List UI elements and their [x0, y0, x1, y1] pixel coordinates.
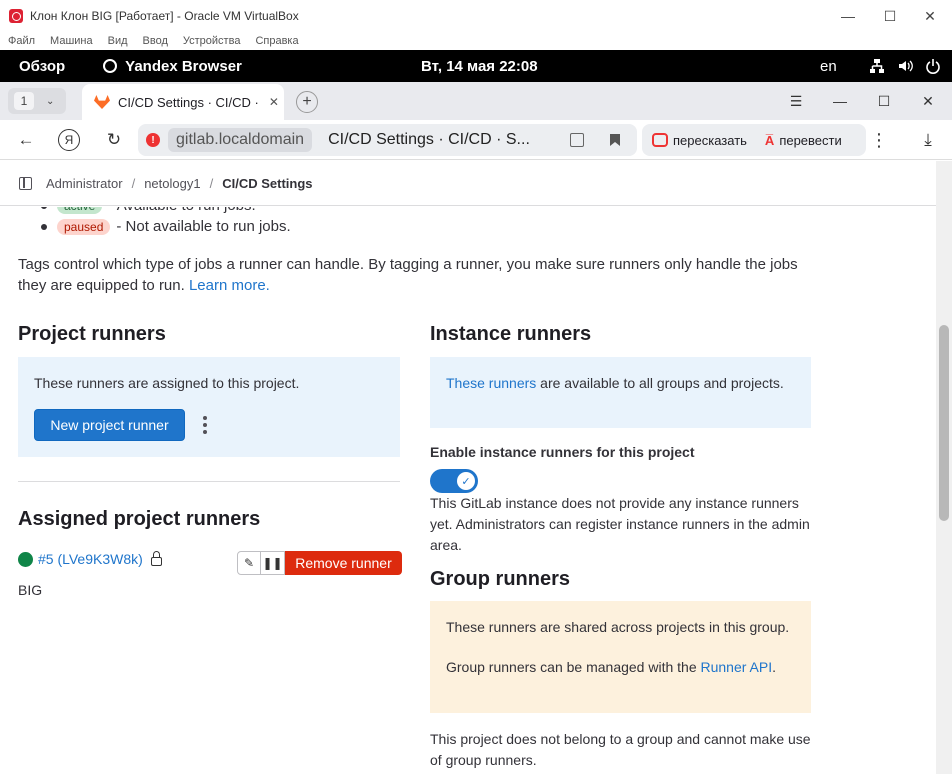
menu-help[interactable]: Справка	[255, 35, 298, 47]
power-icon[interactable]	[925, 58, 941, 74]
virtualbox-titlebar: Клон Клон BIG [Работает] - Oracle VM Vir…	[0, 0, 952, 32]
online-status-icon	[18, 551, 33, 567]
tab-count-button[interactable]: 1 ⌄	[8, 88, 66, 114]
menu-devices[interactable]: Устройства	[183, 35, 241, 47]
keyboard-layout[interactable]: en	[820, 58, 837, 75]
virtualbox-menubar: Файл Машина Вид Ввод Устройства Справка	[0, 32, 952, 50]
these-runners-link[interactable]: These runners	[446, 375, 536, 391]
menu-machine[interactable]: Машина	[50, 35, 93, 47]
new-project-runner-button[interactable]: New project runner	[34, 409, 185, 441]
window-title: Клон Клон BIG [Работает] - Oracle VM Vir…	[30, 9, 299, 23]
breadcrumb-admin[interactable]: Administrator	[46, 176, 123, 191]
tab-count: 1	[14, 92, 34, 110]
tab-cicd-settings[interactable]: CI/CD Settings · CI/CD · ✕	[82, 84, 284, 120]
virtualbox-logo-icon	[9, 9, 23, 23]
reload-icon[interactable]: ↻	[103, 129, 125, 151]
lock-icon	[150, 550, 162, 566]
paused-badge: paused	[57, 218, 111, 235]
check-icon: ✓	[457, 472, 475, 490]
address-bar: ← Я ↻ ! gitlab.localdomain CI/CD Setting…	[0, 120, 952, 160]
assigned-runners-title: Assigned project runners	[18, 508, 261, 530]
downloads-icon[interactable]: ⤓	[917, 129, 939, 151]
group-runners-shared: These runners are shared across projects…	[446, 619, 790, 635]
menu-view[interactable]: Вид	[108, 35, 128, 47]
yandex-icon[interactable]: Я	[58, 129, 80, 151]
instance-runners-title: Instance runners	[430, 323, 592, 345]
group-runners-managed: Group runners can be managed with the Ru…	[446, 659, 776, 675]
status-paused-line: paused - Not available to run jobs.	[41, 218, 291, 235]
project-runners-title: Project runners	[18, 323, 166, 345]
close-icon[interactable]: ✕	[908, 0, 952, 32]
group-runners-note: This project does not belong to a group …	[430, 731, 811, 768]
gnome-top-bar: Обзор Yandex Browser Вт, 14 мая 22:08 en	[0, 50, 952, 82]
translate-page-icon[interactable]	[570, 133, 584, 147]
url-domain: gitlab.localdomain	[168, 128, 313, 152]
more-menu-icon[interactable]: ⋮	[868, 129, 890, 151]
browser-maximize-icon[interactable]: ☐	[862, 82, 906, 120]
minimize-icon[interactable]: —	[826, 0, 870, 32]
tab-close-icon[interactable]: ✕	[269, 95, 279, 109]
ai-tools-bar: пересказать A̅ перевести	[642, 124, 866, 156]
runner-actions: ✎ ❚❚ Remove runner	[237, 551, 402, 575]
enable-instance-runners-label: Enable instance runners for this project	[430, 444, 695, 460]
page-content: Administrator / netology1 / CI/CD Settin…	[0, 161, 936, 774]
url-field[interactable]: ! gitlab.localdomain CI/CD Settings · CI…	[138, 124, 637, 156]
app-menu[interactable]: Yandex Browser	[103, 58, 242, 75]
group-runners-info: These runners are shared across projects…	[430, 601, 811, 713]
instance-runners-note: This GitLab instance does not provide an…	[430, 495, 810, 553]
remove-runner-button[interactable]: Remove runner	[285, 551, 402, 575]
translate-icon: A̅	[764, 132, 775, 148]
runner-api-link[interactable]: Runner API	[701, 659, 773, 675]
tab-title: CI/CD Settings · CI/CD ·	[118, 94, 259, 110]
maximize-icon[interactable]: ☐	[868, 0, 912, 32]
new-tab-icon[interactable]: +	[296, 91, 318, 113]
overview-button[interactable]: Обзор	[19, 58, 65, 75]
edit-runner-icon[interactable]: ✎	[237, 551, 261, 575]
breadcrumb-project[interactable]: netology1	[144, 176, 200, 191]
breadcrumb-current[interactable]: CI/CD Settings	[222, 176, 312, 191]
instance-runners-info: These runners are available to all group…	[430, 357, 811, 428]
translate-label: перевести	[779, 132, 842, 148]
more-options-icon[interactable]	[200, 414, 210, 436]
url-page-title: CI/CD Settings · CI/CD · S...	[328, 131, 530, 148]
yandex-browser-icon	[103, 59, 118, 73]
enable-instance-runners-toggle[interactable]: ✓	[430, 469, 478, 493]
page-scrollbar[interactable]	[936, 161, 952, 774]
tags-description: Tags control which type of jobs a runner…	[18, 256, 798, 294]
runner-link[interactable]: #5 (LVe9K3W8k)	[38, 551, 143, 567]
bookmark-icon[interactable]	[608, 133, 622, 147]
sidebar-toggle-icon[interactable]	[19, 176, 32, 190]
browser-minimize-icon[interactable]: —	[818, 82, 862, 120]
group-runners-title: Group runners	[430, 568, 571, 590]
browser-close-icon[interactable]: ✕	[906, 82, 950, 120]
volume-icon[interactable]	[897, 58, 913, 74]
app-name: Yandex Browser	[125, 57, 242, 75]
network-icon[interactable]	[869, 58, 885, 74]
pause-runner-icon[interactable]: ❚❚	[261, 551, 285, 575]
retell-icon	[652, 133, 668, 147]
insecure-warning-icon[interactable]: !	[146, 133, 160, 147]
chevron-down-icon: ⌄	[46, 95, 55, 107]
back-icon[interactable]: ←	[15, 129, 37, 151]
paused-description: - Not available to run jobs.	[116, 218, 291, 235]
divider	[18, 481, 400, 482]
retell-label: пересказать	[673, 132, 747, 148]
gitlab-favicon-icon	[94, 95, 110, 109]
breadcrumb: Administrator / netology1 / CI/CD Settin…	[0, 161, 936, 206]
retell-button[interactable]: пересказать	[652, 133, 747, 148]
translate-button[interactable]: A̅ перевести	[765, 133, 842, 148]
browser-menu-icon[interactable]: ☰	[774, 82, 818, 120]
menu-file[interactable]: Файл	[8, 35, 35, 47]
runner-description: BIG	[18, 582, 43, 598]
clock[interactable]: Вт, 14 мая 22:08	[421, 58, 538, 75]
scrollbar-thumb[interactable]	[939, 325, 949, 521]
project-runners-info: These runners are assigned to this proje…	[18, 357, 400, 457]
menu-input[interactable]: Ввод	[143, 35, 168, 47]
runner-item: #5 (LVe9K3W8k)	[18, 550, 162, 567]
learn-more-link[interactable]: Learn more.	[189, 277, 270, 294]
